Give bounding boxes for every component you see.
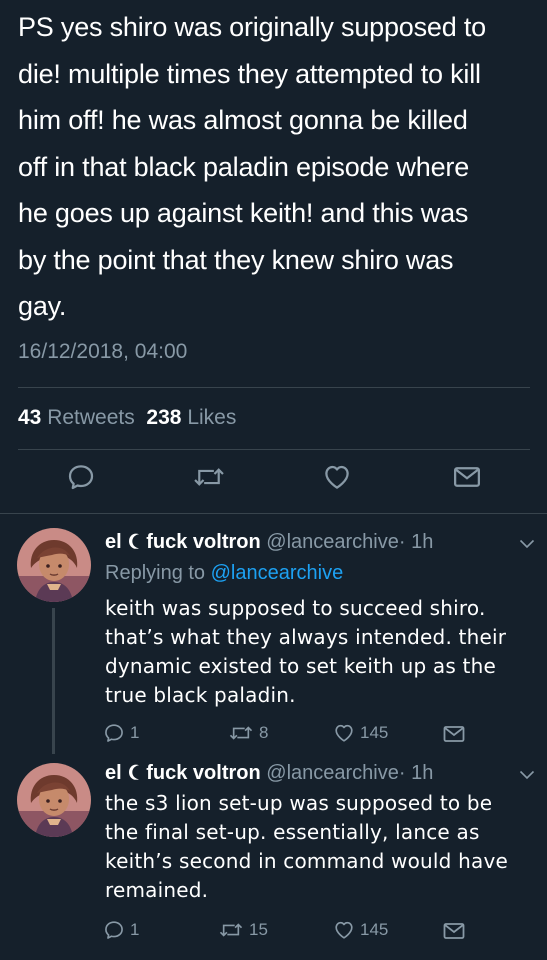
like-button[interactable]: 145 <box>333 919 388 941</box>
caret-down-icon <box>519 539 535 549</box>
share-button[interactable] <box>452 462 482 492</box>
caret-down-icon <box>519 770 535 780</box>
user-handle[interactable]: @lancearchive <box>266 762 399 784</box>
display-name[interactable]: el fuck voltron <box>105 531 261 553</box>
tweet-stats: 43 Retweets 238 Likes <box>18 406 236 430</box>
retweet-icon <box>192 462 226 492</box>
replying-label: Replying to <box>105 562 206 584</box>
reply-text-line: the s3 lion set-up was supposed to be <box>105 791 493 815</box>
crescent-moon-icon <box>129 764 142 780</box>
reply-count: 1 <box>130 723 140 742</box>
avatar-image <box>17 763 91 837</box>
retweet-icon <box>228 722 254 744</box>
tweet-time: · 1h <box>398 531 434 553</box>
reply-text-line: keith’s second in command would have <box>105 849 508 873</box>
divider <box>0 513 547 514</box>
reply-text-line: true black paladin. <box>105 683 296 707</box>
share-icon <box>452 462 482 492</box>
like-icon <box>333 919 355 941</box>
tweet-text-line: him off! he was almost gonna be killed <box>18 105 468 135</box>
reply-text: keith was supposed to succeed shiro. tha… <box>105 594 525 710</box>
retweet-count: 15 <box>249 920 268 939</box>
tweet-text-line: PS yes shiro was originally supposed to <box>18 12 486 42</box>
reply-count: 1 <box>130 920 140 939</box>
like-icon <box>322 462 352 492</box>
likes-label: Likes <box>187 406 237 429</box>
display-name[interactable]: el fuck voltron <box>105 762 261 784</box>
reply-text: the s3 lion set-up was supposed to be th… <box>105 789 525 905</box>
replying-to: Replying to @lancearchive <box>105 562 343 585</box>
reply-actions: 1 15 145 <box>0 919 547 959</box>
user-handle[interactable]: @lancearchive <box>266 531 399 553</box>
divider <box>18 387 530 388</box>
likes-count: 238 <box>146 406 182 429</box>
retweet-button[interactable]: 15 <box>218 919 268 941</box>
retweets-count: 43 <box>18 406 42 429</box>
share-button[interactable] <box>442 919 466 943</box>
retweets-stat[interactable]: 43 Retweets <box>18 406 135 429</box>
like-button[interactable]: 145 <box>333 722 388 744</box>
crescent-moon-icon <box>129 533 142 549</box>
tweet-timestamp[interactable]: 16/12/2018, 04:00 <box>18 340 187 364</box>
reply-actions: 1 8 145 <box>0 722 547 762</box>
retweet-button[interactable] <box>192 462 226 492</box>
like-count: 145 <box>360 723 389 742</box>
reply-icon <box>66 462 96 492</box>
reply-button[interactable] <box>66 462 96 492</box>
divider <box>18 449 530 450</box>
avatar[interactable] <box>17 528 91 602</box>
tweet-text: PS yes shiro was originally supposed to … <box>18 4 538 330</box>
display-name-suffix: fuck voltron <box>146 531 261 553</box>
more-options-button[interactable] <box>519 536 535 554</box>
tweet-text-line: die! multiple times they attempted to ki… <box>18 58 481 89</box>
tweet-text-line: gay. <box>18 291 67 321</box>
reply-text-line: that’s what they always intended. their <box>105 625 507 649</box>
reply-text-line: the final set-up. essentially, lance as <box>105 820 480 844</box>
reply-button[interactable]: 1 <box>103 919 139 941</box>
retweet-button[interactable]: 8 <box>228 722 268 744</box>
like-icon <box>333 722 355 744</box>
display-name-prefix: el <box>105 762 122 784</box>
reply-icon <box>103 919 125 941</box>
share-icon <box>442 722 466 746</box>
reply-icon <box>103 722 125 744</box>
avatar-image <box>17 528 91 602</box>
tweet-actions <box>0 462 547 502</box>
likes-stat[interactable]: 238 Likes <box>146 406 236 429</box>
more-options-button[interactable] <box>519 767 535 785</box>
reply-text-line: remained. <box>105 878 209 902</box>
tweet-time: · 1h <box>398 762 434 784</box>
reply-text-line: keith was supposed to succeed shiro. <box>105 596 486 620</box>
tweet-text-line: he goes up against keith! and this was <box>18 198 469 228</box>
retweet-icon <box>218 919 244 941</box>
replying-to-link[interactable]: @lancearchive <box>211 562 344 584</box>
retweet-count: 8 <box>259 723 269 742</box>
tweet-text-line: off in that black paladin episode where <box>18 151 470 182</box>
like-button[interactable] <box>322 462 352 492</box>
display-name-suffix: fuck voltron <box>146 762 261 784</box>
like-count: 145 <box>360 920 389 939</box>
reply-button[interactable]: 1 <box>103 722 139 744</box>
reply-header: el fuck voltron @lancearchive· 1h <box>105 762 433 785</box>
display-name-prefix: el <box>105 531 122 553</box>
share-icon <box>442 919 466 943</box>
reply-text-line: dynamic existed to set keith up as the <box>105 654 496 678</box>
tweet-text-line: by the point that they knew shiro was <box>18 244 454 275</box>
avatar[interactable] <box>17 763 91 837</box>
share-button[interactable] <box>442 722 466 746</box>
retweets-label: Retweets <box>47 406 135 429</box>
reply-header: el fuck voltron @lancearchive· 1h <box>105 531 433 554</box>
